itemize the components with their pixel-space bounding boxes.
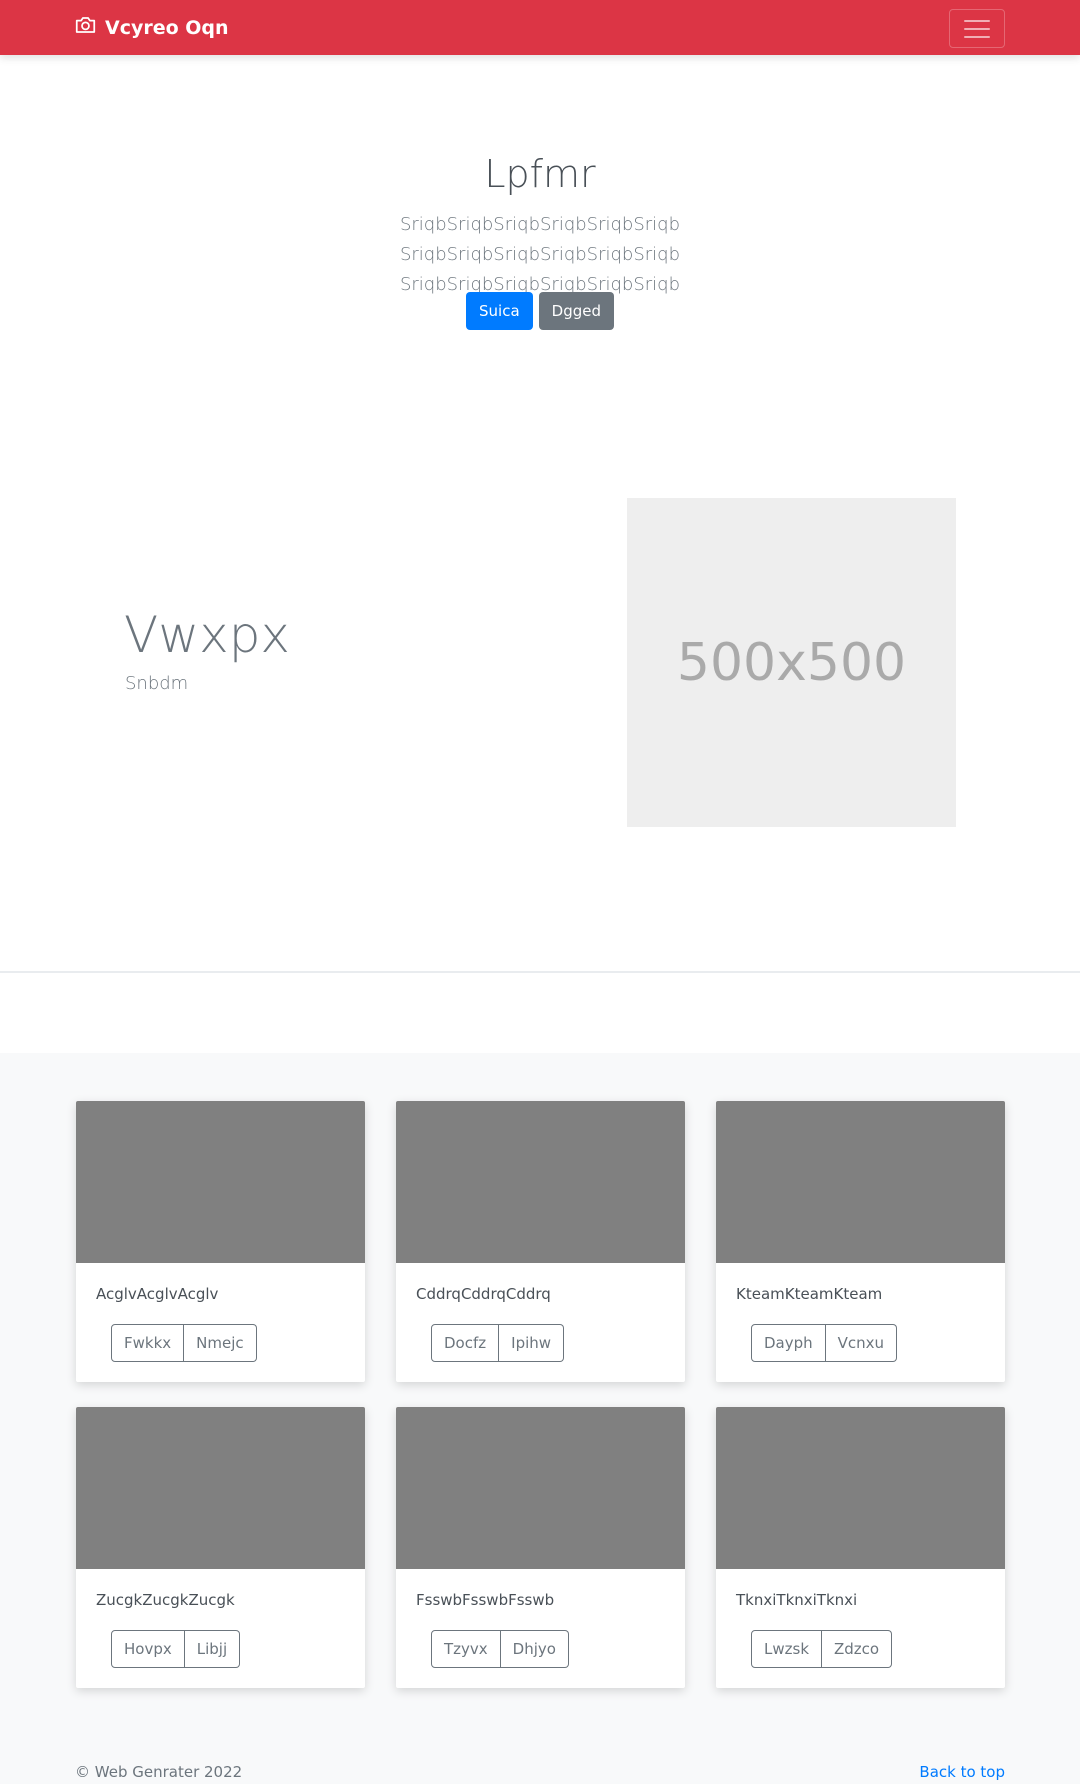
divider [0, 971, 1080, 973]
card-view-button[interactable]: Dayph [751, 1324, 826, 1362]
card-text: FsswbFsswbFsswb [416, 1591, 555, 1609]
navbar: Vcyreo Oqn [0, 0, 1080, 55]
album-card: TknxiTknxiTknxi Lwzsk Zdzco [716, 1407, 1005, 1688]
card-edit-button[interactable]: Dhjyo [500, 1630, 569, 1668]
card-edit-button[interactable]: Nmejc [184, 1324, 257, 1362]
feature-heading: Vwxpx [124, 606, 291, 664]
card-thumbnail [396, 1101, 685, 1263]
camera-icon [75, 16, 96, 39]
hero-buttons: Suica Dgged [0, 292, 1080, 330]
hero-title: Lpfmr [484, 152, 596, 196]
card-button-group: Tzyvx Dhjyo [431, 1630, 569, 1668]
card-view-button[interactable]: Lwzsk [751, 1630, 822, 1668]
feature-placeholder-image: 500x500 [627, 498, 956, 827]
footer-copyright: © Web Genrater 2022 [75, 1763, 243, 1781]
feature-subheading: Snbdm [125, 673, 189, 694]
card-text: TknxiTknxiTknxi [736, 1591, 858, 1609]
card-thumbnail [716, 1101, 1005, 1263]
card-edit-button[interactable]: Zdzco [822, 1630, 893, 1668]
card-thumbnail [76, 1407, 365, 1569]
card-thumbnail [76, 1101, 365, 1263]
hero-lead: SriqbSriqbSriqbSriqbSriqbSriqb SriqbSriq… [399, 214, 681, 295]
placeholder-label: 500x500 [676, 632, 907, 693]
card-text: KteamKteamKteam [736, 1285, 883, 1303]
navbar-toggler-button[interactable] [949, 9, 1005, 48]
album-card: FsswbFsswbFsswb Tzyvx Dhjyo [396, 1407, 685, 1688]
card-button-group: Hovpx Libjj [111, 1630, 241, 1668]
card-view-button[interactable]: Fwkkx [111, 1324, 185, 1362]
card-button-group: Docfz Ipihw [431, 1324, 565, 1362]
card-edit-button[interactable]: Libjj [184, 1630, 241, 1668]
card-text: AcglvAcglvAcglv [96, 1285, 219, 1303]
card-thumbnail [716, 1407, 1005, 1569]
card-button-group: Dayph Vcnxu [751, 1324, 898, 1362]
card-view-button[interactable]: Tzyvx [431, 1630, 501, 1668]
card-view-button[interactable]: Docfz [431, 1324, 500, 1362]
brand-name: Vcyreo Oqn [105, 16, 229, 39]
card-view-button[interactable]: Hovpx [111, 1630, 185, 1668]
card-text: ZucgkZucgkZucgk [96, 1591, 235, 1609]
album-section: AcglvAcglvAcglv Fwkkx Nmejc CddrqCddrqCd… [0, 1053, 1080, 1784]
album-card: ZucgkZucgkZucgk Hovpx Libjj [76, 1407, 365, 1688]
card-button-group: Fwkkx Nmejc [111, 1324, 257, 1362]
card-text: CddrqCddrqCddrq [416, 1285, 551, 1303]
card-button-group: Lwzsk Zdzco [751, 1630, 893, 1668]
album-card: CddrqCddrqCddrq Docfz Ipihw [396, 1101, 685, 1382]
card-edit-button[interactable]: Vcnxu [825, 1324, 898, 1362]
primary-action-button[interactable]: Suica [466, 292, 533, 330]
card-edit-button[interactable]: Ipihw [499, 1324, 565, 1362]
secondary-action-button[interactable]: Dgged [538, 292, 614, 330]
album-card: KteamKteamKteam Dayph Vcnxu [716, 1101, 1005, 1382]
card-thumbnail [396, 1407, 685, 1569]
brand-link[interactable]: Vcyreo Oqn [75, 0, 229, 55]
album-card: AcglvAcglvAcglv Fwkkx Nmejc [76, 1101, 365, 1382]
back-to-top-link[interactable]: Back to top [919, 1763, 1005, 1781]
hamburger-menu-icon [964, 19, 990, 22]
